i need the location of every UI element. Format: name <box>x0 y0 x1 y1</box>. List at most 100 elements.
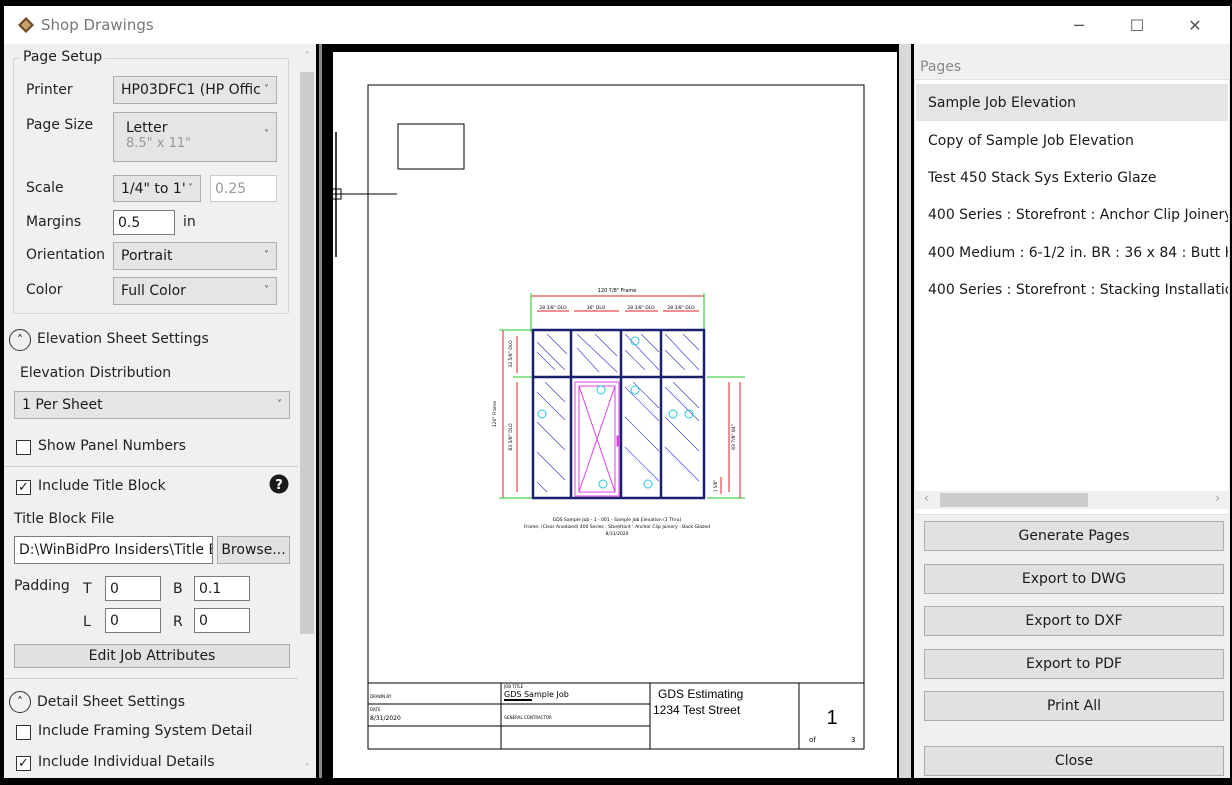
title-block-job-title: JOB TITLE <box>503 684 524 689</box>
settings-scrollbar[interactable]: ˄ ˅ <box>298 44 316 778</box>
page-item[interactable]: 400 Medium : 6-1/2 in. BR : 36 x 84 : Bu… <box>916 234 1228 271</box>
padding-left-label: L <box>83 614 91 630</box>
app-icon <box>18 17 34 33</box>
color-value: Full Color <box>121 283 186 299</box>
chevron-down-icon: ˅ <box>264 284 269 296</box>
scroll-up-icon[interactable]: ˄ <box>298 48 316 66</box>
include-title-block-checkbox[interactable]: ✓ <box>16 480 31 495</box>
sill-dim: 1 5/8" <box>713 480 718 492</box>
scroll-left-icon[interactable]: ‹ <box>924 491 929 505</box>
page-setup-legend: Page Setup <box>20 49 106 65</box>
padding-right-label: R <box>173 614 183 630</box>
padding-label: Padding <box>14 578 70 594</box>
scale-value: 1/4" to 1' <box>121 180 185 197</box>
page-item[interactable]: 400 Series : Storefront : Stacking Insta… <box>916 271 1228 308</box>
door-height-dim: 83 7/8" 84" <box>731 424 737 450</box>
upper-dlo-dim: 32 5/8" DLO <box>508 340 514 368</box>
distribution-value: 1 Per Sheet <box>22 397 103 413</box>
detail-settings-header: Detail Sheet Settings <box>37 694 186 710</box>
padding-left-field[interactable]: 0 <box>105 608 161 633</box>
drawing-caption-2: Frame: (Clear Anodized) 400 Series : Sto… <box>524 524 710 530</box>
print-all-button[interactable]: Print All <box>924 691 1224 721</box>
export-dxf-button[interactable]: Export to DXF <box>924 606 1224 636</box>
margins-label: Margins <box>26 214 82 230</box>
title-block-company: GDS Estimating <box>658 687 743 701</box>
pages-list: Sample Job Elevation Copy of Sample Job … <box>914 79 1230 515</box>
collapse-detail-icon[interactable]: ˄ <box>9 691 31 713</box>
generate-pages-button[interactable]: Generate Pages <box>924 521 1224 551</box>
distribution-label: Elevation Distribution <box>20 365 172 381</box>
padding-bottom-field[interactable]: 0.1 <box>194 576 250 601</box>
chevron-down-icon: ˅ <box>277 398 282 410</box>
printer-value: HP03DFC1 (HP Offic <box>121 82 261 98</box>
color-select[interactable]: Full Color ˅ <box>113 277 277 305</box>
title-block-file-field[interactable]: D:\WinBidPro Insiders\Title Bl <box>14 536 213 564</box>
edit-job-attributes-button[interactable]: Edit Job Attributes <box>14 644 290 668</box>
close-window-button[interactable]: ✕ <box>1166 6 1224 44</box>
margins-field[interactable]: 0.5 <box>113 210 175 235</box>
orientation-value: Portrait <box>121 248 173 264</box>
printer-select[interactable]: HP03DFC1 (HP Offic ˅ <box>113 76 277 104</box>
close-button[interactable]: Close <box>924 746 1224 776</box>
settings-panel: Page Setup Printer HP03DFC1 (HP Offic ˅ … <box>4 44 298 778</box>
dlo-dim-3: 28 3/8" DLO <box>627 305 655 311</box>
distribution-select[interactable]: 1 Per Sheet ˅ <box>14 391 290 419</box>
scroll-down-icon[interactable]: ˅ <box>298 760 316 778</box>
page-size-select[interactable]: Letter 8.5" x 11" ˅ <box>113 112 277 162</box>
page-size-label: Page Size <box>26 117 94 133</box>
dlo-dim-1: 28 3/8" DLO <box>539 305 567 311</box>
scale-factor-field[interactable]: 0.25 <box>210 175 277 202</box>
overall-height-dim: 120" Frame <box>492 401 498 427</box>
maximize-icon: ☐ <box>1129 15 1145 35</box>
maximize-button[interactable]: ☐ <box>1108 6 1166 44</box>
padding-bottom-label: B <box>173 581 183 597</box>
title-bar: Shop Drawings ─ ☐ ✕ <box>4 6 1230 44</box>
show-panel-numbers-checkbox[interactable] <box>16 440 31 455</box>
export-dwg-button[interactable]: Export to DWG <box>924 564 1224 594</box>
export-pdf-button[interactable]: Export to PDF <box>924 649 1224 679</box>
include-title-block-label: Include Title Block <box>38 478 166 494</box>
pages-hscrollbar[interactable]: ‹ › <box>914 491 1230 509</box>
svg-text:?: ? <box>275 478 283 493</box>
padding-top-field[interactable]: 0 <box>105 576 161 601</box>
close-icon: ✕ <box>1188 15 1202 35</box>
orientation-select[interactable]: Portrait ˅ <box>113 242 277 270</box>
hscrollbar-thumb[interactable] <box>940 493 1088 507</box>
title-block-of: of <box>809 736 816 744</box>
include-framing-checkbox[interactable] <box>16 725 31 740</box>
page-item[interactable]: Test 450 Stack Sys Exterio Glaze <box>916 159 1228 196</box>
section-divider <box>4 466 298 467</box>
preview-edge <box>319 44 322 778</box>
scroll-right-icon[interactable]: › <box>1215 491 1220 505</box>
window-title: Shop Drawings <box>41 16 154 34</box>
scrollbar-thumb[interactable] <box>300 72 314 634</box>
chevron-down-icon: ˅ <box>188 182 193 194</box>
elevation-drawing: 120 7/8" Frame 28 3/8" DLO 36" DLO 28 3/… <box>333 84 865 750</box>
scale-select[interactable]: 1/4" to 1' ˅ <box>113 175 201 202</box>
title-block-address: 1234 Test Street <box>653 703 741 717</box>
page-item[interactable]: 400 Series : Storefront : Anchor Clip Jo… <box>916 196 1228 233</box>
lower-dlo-dim: 83 3/8" DLO <box>508 423 514 451</box>
pages-panel: Pages Sample Job Elevation Copy of Sampl… <box>914 44 1230 778</box>
title-block-date-label: DATE <box>370 707 381 712</box>
printer-label: Printer <box>26 82 73 98</box>
browse-button[interactable]: Browse... <box>217 536 290 564</box>
color-label: Color <box>26 282 63 298</box>
minimize-button[interactable]: ─ <box>1050 6 1108 44</box>
pages-header: Pages <box>920 59 962 75</box>
help-icon[interactable]: ? <box>269 474 289 494</box>
title-block-page-number: 1 <box>826 707 837 729</box>
orientation-label: Orientation <box>26 247 106 263</box>
page-item[interactable]: Sample Job Elevation <box>916 84 1228 121</box>
margins-unit: in <box>183 214 196 230</box>
page-item[interactable]: Copy of Sample Job Elevation <box>916 122 1228 159</box>
collapse-elevation-icon[interactable]: ˄ <box>9 329 31 351</box>
drawing-caption-1: GDS Sample Job - 1 - 001 - Sample Job El… <box>553 517 682 523</box>
title-block-total: 3 <box>851 736 855 744</box>
include-individual-checkbox[interactable]: ✓ <box>16 756 31 771</box>
sheet-preview: 120 7/8" Frame 28 3/8" DLO 36" DLO 28 3/… <box>333 52 897 778</box>
show-panel-numbers-label: Show Panel Numbers <box>38 438 186 454</box>
padding-right-field[interactable]: 0 <box>194 608 250 633</box>
title-block-date: 8/31/2020 <box>370 715 401 722</box>
preview-scroll-edge <box>899 44 911 778</box>
